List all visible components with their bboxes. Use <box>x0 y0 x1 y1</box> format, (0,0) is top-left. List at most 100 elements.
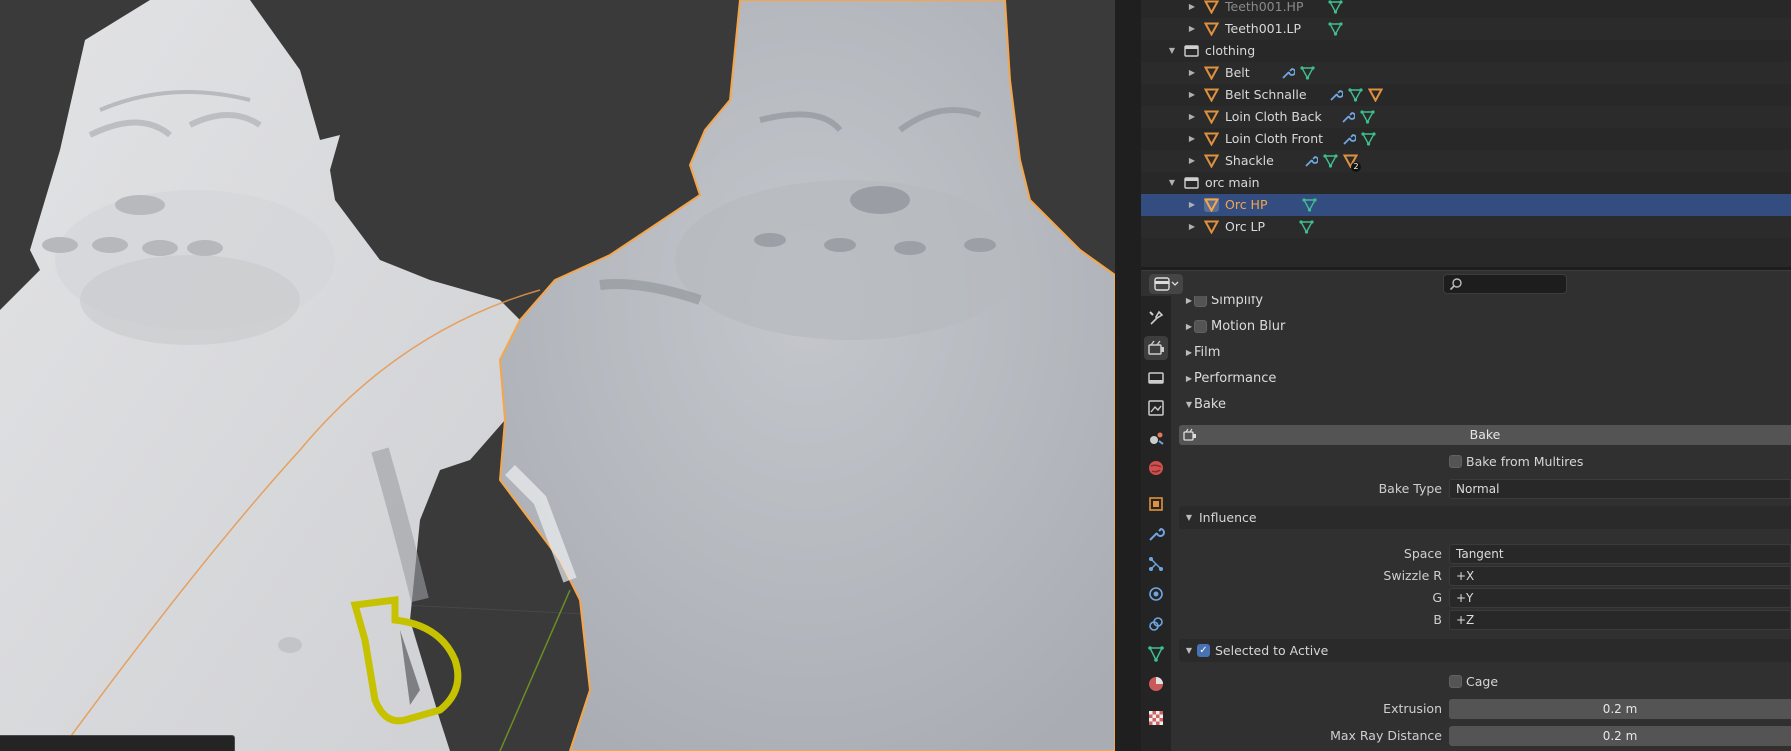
outliner-label: Shackle <box>1225 153 1274 168</box>
extrusion-slider[interactable]: 0.2 m <box>1449 699 1791 719</box>
outliner-row-orc-hp[interactable]: ▶ Orc HP <box>1141 194 1791 216</box>
tab-render[interactable] <box>1144 336 1168 360</box>
panel-simplify-header[interactable]: ▶ Simplify <box>1171 296 1791 313</box>
bake-from-multires-row: Bake from Multires <box>1171 451 1791 473</box>
max-ray-distance-slider[interactable]: 0.2 m <box>1449 726 1791 746</box>
cage-checkbox[interactable] <box>1449 675 1462 688</box>
outliner-row-belt-schnalle[interactable]: ▶ Belt Schnalle <box>1141 84 1791 106</box>
mesh-data-icon[interactable] <box>1361 132 1376 146</box>
scene-icon <box>1150 432 1164 445</box>
mesh-data-icon[interactable] <box>1302 198 1317 212</box>
simplify-checkbox[interactable] <box>1194 296 1207 307</box>
editor-type-selector[interactable] <box>1149 274 1183 294</box>
expand-arrow-icon[interactable]: ▶ <box>1186 18 1198 40</box>
extrusion-row: Extrusion 0.2 m <box>1171 699 1791 721</box>
mesh-data-icon[interactable] <box>1348 88 1363 102</box>
outliner-row-teeth001-lp[interactable]: ▶ Teeth001.LP <box>1141 18 1791 40</box>
motion-blur-checkbox[interactable] <box>1194 320 1207 333</box>
outliner-row-loin-cloth-front[interactable]: ▶ Loin Cloth Front <box>1141 128 1791 150</box>
wrench-modifier-icon[interactable] <box>1328 88 1343 102</box>
panel-performance-header[interactable]: ▶ Performance <box>1171 366 1791 391</box>
expand-arrow-icon[interactable]: ▶ <box>1186 216 1198 238</box>
expand-arrow-icon[interactable]: ▶ <box>1186 84 1198 106</box>
properties-tab-bar <box>1141 296 1171 751</box>
wrench-modifier-icon[interactable] <box>1340 110 1355 124</box>
tab-material[interactable] <box>1144 672 1168 696</box>
output-icon <box>1148 372 1164 384</box>
outliner-row-clothing[interactable]: ▼ clothing <box>1141 40 1791 62</box>
tab-output[interactable] <box>1144 366 1168 390</box>
3d-viewport[interactable] <box>0 0 1115 751</box>
expand-arrow-icon[interactable]: ▶ <box>1186 62 1198 84</box>
outliner-label: clothing <box>1205 43 1256 58</box>
tab-world[interactable] <box>1144 456 1168 480</box>
editor-divider[interactable] <box>1115 0 1141 751</box>
outliner-row-orc-lp[interactable]: ▶ Orc LP <box>1141 216 1791 238</box>
properties-search-input[interactable] <box>1443 274 1567 294</box>
wrench-modifier-icon[interactable] <box>1303 154 1318 168</box>
wrench-modifier-icon[interactable] <box>1280 66 1295 80</box>
outliner-row-teeth001-hp[interactable]: ▶ Teeth001.HP <box>1141 0 1791 18</box>
tab-tool[interactable] <box>1144 306 1168 330</box>
cage-label: Cage <box>1466 674 1499 689</box>
expand-arrow-icon[interactable]: ▶ <box>1186 128 1198 150</box>
outliner-row-loin-cloth-back[interactable]: ▶ Loin Cloth Back <box>1141 106 1791 128</box>
mesh-object-icon <box>1204 0 1219 14</box>
influence-subpanel-header[interactable]: ▼ Influence <box>1179 506 1791 529</box>
bake-button[interactable]: Bake <box>1179 425 1791 445</box>
material-icon <box>1149 677 1163 691</box>
space-dropdown[interactable]: Tangent <box>1449 544 1791 564</box>
render-properties-panel: ▶ Simplify ▶ Motion Blur ▶ Film ▶ Perfor… <box>1171 296 1791 751</box>
tab-constraints[interactable] <box>1144 612 1168 636</box>
outliner-row-orc-main[interactable]: ▼ orc main <box>1141 172 1791 194</box>
tab-view-layer[interactable] <box>1144 396 1168 420</box>
expand-arrow-icon[interactable]: ▶ <box>1186 0 1198 18</box>
viewport-status-bar <box>0 735 235 751</box>
tab-physics[interactable] <box>1144 582 1168 606</box>
outliner-row-belt[interactable]: ▶ Belt <box>1141 62 1791 84</box>
mesh-data-icon[interactable] <box>1300 66 1315 80</box>
tab-particles[interactable] <box>1144 552 1168 576</box>
panel-motion-blur-header[interactable]: ▶ Motion Blur <box>1171 314 1791 339</box>
tab-object[interactable] <box>1144 492 1168 516</box>
outliner[interactable]: ▶ Teeth001.HP ▶ Teeth001.LP ▼ clothing ▶… <box>1141 0 1791 267</box>
mesh-data-icon[interactable] <box>1328 0 1343 14</box>
tab-scene[interactable] <box>1144 426 1168 450</box>
tab-data[interactable] <box>1144 642 1168 666</box>
selected-to-active-checkbox[interactable]: ✓ <box>1197 644 1210 657</box>
expand-arrow-icon[interactable]: ▶ <box>1186 150 1198 172</box>
swizzle-g-label: G <box>1432 590 1442 605</box>
wrench-icon <box>1149 527 1165 541</box>
collapse-arrow-icon[interactable]: ▼ <box>1183 506 1195 529</box>
wrench-modifier-icon[interactable] <box>1341 132 1356 146</box>
expand-arrow-icon[interactable]: ▶ <box>1186 106 1198 128</box>
bake-type-dropdown[interactable]: Normal <box>1449 479 1791 499</box>
outliner-row-shackle[interactable]: ▶ Shackle 2 <box>1141 150 1791 172</box>
outliner-label: Loin Cloth Back <box>1225 109 1322 124</box>
expand-arrow-icon[interactable]: ▶ <box>1186 194 1198 216</box>
tab-modifiers[interactable] <box>1144 522 1168 546</box>
mesh-data-icon[interactable] <box>1328 22 1343 36</box>
mesh-object-icon <box>1204 198 1219 212</box>
swizzle-g-dropdown[interactable]: +Y <box>1449 588 1791 608</box>
collapse-arrow-icon[interactable]: ▼ <box>1166 40 1178 62</box>
mesh-data-icon[interactable] <box>1323 154 1338 168</box>
child-object-icon[interactable] <box>1368 88 1383 102</box>
swizzle-r-dropdown[interactable]: +X <box>1449 566 1791 586</box>
tab-texture[interactable] <box>1144 706 1168 730</box>
constraints-icon <box>1149 617 1163 631</box>
bake-from-multires-checkbox[interactable] <box>1449 455 1462 468</box>
panel-film-header[interactable]: ▶ Film <box>1171 340 1791 365</box>
mesh-data-icon[interactable] <box>1360 110 1375 124</box>
outliner-label: orc main <box>1205 175 1260 190</box>
selected-to-active-subpanel-header[interactable]: ▼ ✓ Selected to Active <box>1179 639 1791 662</box>
mesh-data-icon[interactable] <box>1299 220 1314 234</box>
swizzle-b-dropdown[interactable]: +Z <box>1449 610 1791 630</box>
panel-bake-header[interactable]: ▼ Bake <box>1171 392 1791 417</box>
collapse-arrow-icon[interactable]: ▼ <box>1183 639 1195 662</box>
render-bake-icon <box>1183 428 1196 441</box>
object-icon <box>1149 497 1163 511</box>
collapse-arrow-icon[interactable]: ▼ <box>1166 172 1178 194</box>
outliner-label: Orc HP <box>1225 197 1268 212</box>
search-icon <box>1449 278 1462 291</box>
